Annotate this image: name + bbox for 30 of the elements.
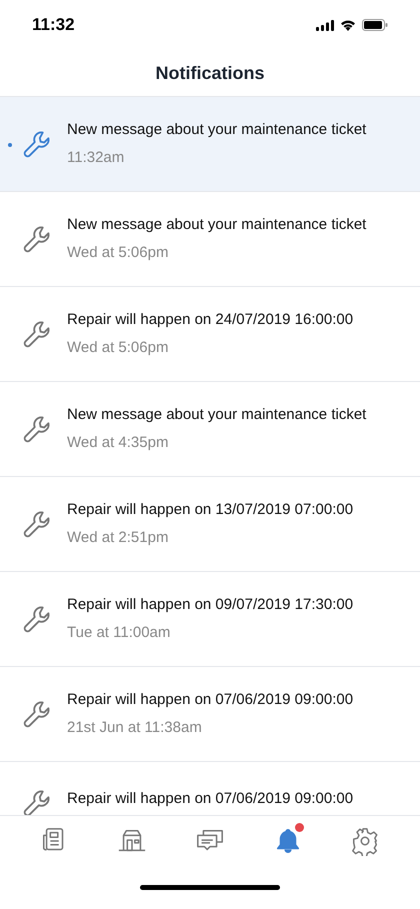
wrench-icon	[22, 699, 52, 729]
notification-time: Wed at 2:51pm	[67, 528, 170, 548]
notification-title: Repair will happen on 13/07/2019 07:00:00	[67, 500, 354, 520]
notification-title: Repair will happen on 07/06/2019 09:00:00	[67, 690, 354, 710]
settings-icon	[350, 826, 380, 856]
notification-title: New message about your maintenance ticket	[67, 405, 366, 425]
notification-time: Wed at 4:35pm	[67, 432, 170, 452]
notification-title: Repair will happen on 24/07/2019 16:00:00	[67, 310, 354, 330]
wrench-icon	[22, 224, 52, 254]
notification-time: Tue at 11:00am	[67, 622, 172, 642]
wrench-icon	[22, 414, 52, 444]
notification-title: New message about your maintenance ticket	[67, 215, 366, 235]
notification-title: Repair will happen on 07/06/2019 09:00:00	[67, 789, 354, 809]
notification-time: Wed at 5:06pm	[67, 242, 170, 262]
notification-title: Repair will happen on 09/07/2019 17:30:00	[67, 595, 354, 615]
wrench-icon	[22, 509, 52, 539]
screen-title: Notifications	[155, 62, 264, 84]
wrench-icon	[22, 604, 52, 634]
wrench-icon	[22, 319, 52, 349]
status-time: 11:32	[32, 14, 75, 36]
signal-icon	[316, 20, 334, 30]
notification-time: Wed at 5:06pm	[67, 338, 170, 358]
notification-time: 11:32am	[67, 148, 126, 168]
notification-item[interactable]: New message about your maintenance ticket 11:32am	[0, 97, 420, 192]
notification-time: 21st Jun at 11:38am	[67, 718, 203, 738]
notification-title: New message about your maintenance ticket	[67, 120, 366, 140]
wrench-icon	[22, 129, 52, 159]
battery-icon	[362, 19, 388, 31]
wifi-icon	[340, 19, 356, 31]
wrench-icon	[22, 788, 52, 815]
